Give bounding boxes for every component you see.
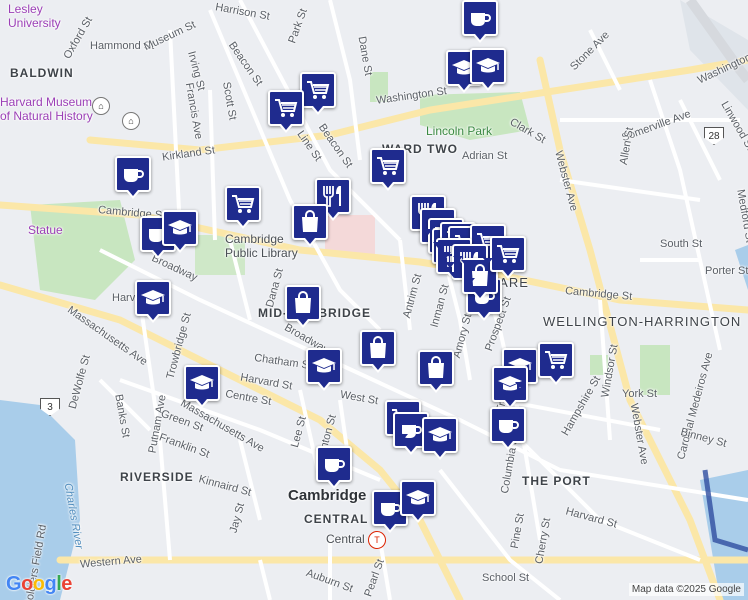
south-st-label: South St — [660, 238, 703, 250]
cart-icon — [495, 241, 521, 267]
school-marker[interactable] — [470, 48, 506, 91]
school-st-label: School St — [482, 572, 530, 584]
lesley-university-label: Lesley University — [8, 2, 61, 30]
school-marker[interactable] — [184, 365, 220, 408]
school-marker[interactable] — [400, 480, 436, 523]
school-icon — [427, 422, 453, 448]
riverside-label: RIVERSIDE — [120, 470, 194, 484]
school-icon — [311, 353, 337, 379]
cart-icon — [305, 77, 331, 103]
school-marker[interactable] — [422, 417, 458, 460]
coffee-icon — [495, 412, 521, 438]
coffee-icon — [321, 451, 347, 477]
shopping-bag-icon — [297, 209, 323, 235]
school-marker[interactable] — [135, 280, 171, 323]
cambridge-library-label: Cambridge Public Library — [225, 232, 298, 260]
statue-label: Statue — [28, 223, 63, 237]
shopping-bag-marker[interactable] — [418, 350, 454, 393]
cart-marker[interactable] — [300, 72, 336, 115]
cart-marker[interactable] — [370, 148, 406, 191]
cart-icon — [230, 191, 256, 217]
shopping-bag-marker[interactable] — [292, 204, 328, 247]
map-attribution[interactable]: Map data ©2025 Google — [628, 583, 744, 596]
museum-icon: ⌂ — [92, 97, 110, 115]
shopping-bag-marker[interactable] — [285, 285, 321, 328]
cart-marker[interactable] — [225, 186, 261, 229]
school-icon — [189, 370, 215, 396]
cart-marker[interactable] — [268, 90, 304, 133]
coffee-icon — [467, 5, 493, 31]
porter-st-label: Porter St — [705, 265, 748, 277]
school-icon — [167, 215, 193, 241]
lincoln-park-label: Lincoln Park — [426, 124, 493, 138]
map-canvas[interactable]: Lesley University Harrison St Park St Ha… — [0, 0, 748, 600]
cart-marker[interactable] — [538, 342, 574, 385]
shopping-bag-icon — [423, 355, 449, 381]
google-logo: Google — [6, 573, 72, 595]
harvard-museum-label: Harvard Museum of Natural History — [0, 95, 93, 123]
shopping-bag-marker[interactable] — [360, 330, 396, 373]
coffee-marker[interactable] — [115, 156, 151, 199]
coffee-marker[interactable] — [316, 446, 352, 489]
central-label: CENTRAL — [304, 512, 369, 526]
shopping-bag-icon — [365, 335, 391, 361]
cambridge-label: Cambridge — [288, 487, 367, 504]
adrian-st-label: Adrian St — [462, 150, 508, 162]
york-st-label: York St — [622, 388, 658, 400]
wellington-harrington-label: WELLINGTON-HARRINGTON — [543, 314, 742, 329]
cart-icon — [273, 95, 299, 121]
school-marker[interactable] — [162, 210, 198, 253]
school-icon — [475, 53, 501, 79]
shopping-bag-icon — [290, 290, 316, 316]
cart-marker[interactable] — [490, 236, 526, 279]
school-icon — [140, 285, 166, 311]
school-marker[interactable] — [306, 348, 342, 391]
subway-station-icon[interactable]: T — [368, 531, 386, 549]
the-port-label: THE PORT — [522, 474, 591, 488]
central-station-label: Central — [326, 532, 365, 546]
cart-icon — [375, 153, 401, 179]
coffee-icon — [120, 161, 146, 187]
cart-icon — [543, 347, 569, 373]
school-icon — [405, 485, 431, 511]
coffee-marker[interactable] — [462, 0, 498, 43]
coffee-marker[interactable] — [490, 407, 526, 450]
museum-icon: ⌂ — [122, 112, 140, 130]
baldwin-label: BALDWIN — [10, 66, 74, 80]
